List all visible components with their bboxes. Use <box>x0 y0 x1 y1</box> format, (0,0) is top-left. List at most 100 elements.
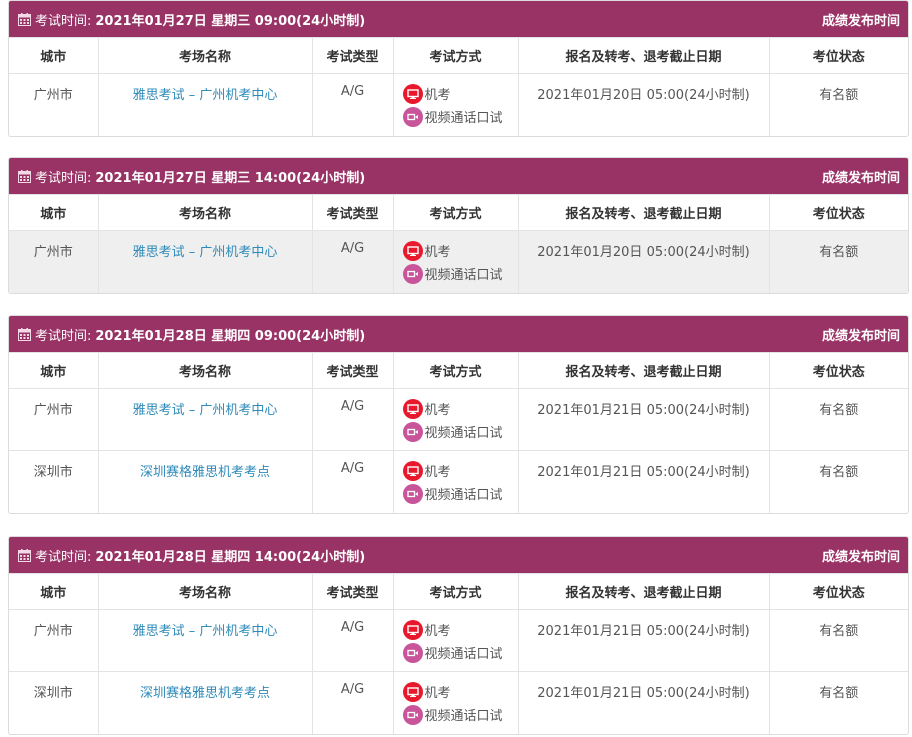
venue-cell: 深圳赛格雅思机考考点 <box>98 450 313 513</box>
city-cell: 广州市 <box>9 388 99 451</box>
monitor-icon <box>402 619 423 640</box>
column-header: 报名及转考、退考截止日期 <box>518 352 770 389</box>
column-header: 考位状态 <box>769 352 908 389</box>
result-release-time-link[interactable]: 成绩发布时间 <box>822 10 900 29</box>
deadline-cell: 2021年01月20日 05:00(24小时制) <box>518 73 770 136</box>
session-header: 考试时间: 2021年01月28日 星期四 14:00(24小时制) 成绩发布时间 <box>9 537 908 573</box>
deadline-cell: 2021年01月20日 05:00(24小时制) <box>518 230 770 293</box>
city-cell: 深圳市 <box>9 671 99 734</box>
column-header: 考场名称 <box>98 352 313 389</box>
computer-mode: 机考 <box>402 618 518 641</box>
deadline-cell: 2021年01月21日 05:00(24小时制) <box>518 450 770 513</box>
table-header-row: 城市 考场名称 考试类型 考试方式 报名及转考、退考截止日期 考位状态 <box>9 352 908 389</box>
table-header-row: 城市 考场名称 考试类型 考试方式 报名及转考、退考截止日期 考位状态 <box>9 194 908 231</box>
column-header: 城市 <box>9 194 99 231</box>
video-mode-label: 视频通话口试 <box>424 426 503 441</box>
venue-cell: 雅思考试 – 广州机考中心 <box>98 230 313 293</box>
exam-mode-cell: 机考 视频通话口试 <box>393 609 519 672</box>
status-cell: 有名额 <box>769 671 908 734</box>
exam-type-cell: A/G <box>312 73 394 136</box>
session-table: 城市 考场名称 考试类型 考试方式 报名及转考、退考截止日期 考位状态 广州市 雅思考试 – … <box>9 352 908 513</box>
computer-mode-label: 机考 <box>424 686 451 701</box>
computer-mode: 机考 <box>402 459 518 482</box>
exam-type-cell: A/G <box>312 230 394 293</box>
video-mode-label: 视频通话口试 <box>424 111 503 126</box>
column-header: 考位状态 <box>769 194 908 231</box>
session-time: 考试时间: 2021年01月27日 星期三 09:00(24小时制) <box>18 10 365 29</box>
column-header: 报名及转考、退考截止日期 <box>518 573 770 610</box>
status-cell: 有名额 <box>769 450 908 513</box>
column-header: 考试方式 <box>393 194 519 231</box>
video-mode: 视频通话口试 <box>402 482 518 505</box>
session-time-label: 考试时间: <box>35 13 92 29</box>
video-mode: 视频通话口试 <box>402 420 518 443</box>
monitor-icon <box>402 398 423 419</box>
session-header: 考试时间: 2021年01月28日 星期四 09:00(24小时制) 成绩发布时间 <box>9 316 908 352</box>
video-mode: 视频通话口试 <box>402 703 518 726</box>
venue-link[interactable]: 雅思考试 – 广州机考中心 <box>133 624 278 639</box>
venue-link[interactable]: 雅思考试 – 广州机考中心 <box>133 245 278 260</box>
video-mode: 视频通话口试 <box>402 105 518 128</box>
status-cell: 有名额 <box>769 73 908 136</box>
monitor-icon <box>402 240 423 261</box>
exam-type-cell: A/G <box>312 450 394 513</box>
column-header: 考试类型 <box>312 573 394 610</box>
column-header: 报名及转考、退考截止日期 <box>518 37 770 74</box>
column-header: 考试方式 <box>393 37 519 74</box>
table-header-row: 城市 考场名称 考试类型 考试方式 报名及转考、退考截止日期 考位状态 <box>9 37 908 74</box>
venue-link[interactable]: 雅思考试 – 广州机考中心 <box>133 88 278 103</box>
venue-link[interactable]: 深圳赛格雅思机考考点 <box>140 686 270 701</box>
column-header: 城市 <box>9 573 99 610</box>
venue-link[interactable]: 雅思考试 – 广州机考中心 <box>133 403 278 418</box>
column-header: 城市 <box>9 352 99 389</box>
exam-mode-cell: 机考 视频通话口试 <box>393 450 519 513</box>
column-header: 城市 <box>9 37 99 74</box>
video-camera-icon <box>402 106 423 127</box>
exam-session: 考试时间: 2021年01月27日 星期三 09:00(24小时制) 成绩发布时间城… <box>8 0 909 137</box>
session-table: 城市 考场名称 考试类型 考试方式 报名及转考、退考截止日期 考位状态 广州市 雅思考试 – … <box>9 194 908 293</box>
video-camera-icon <box>402 421 423 442</box>
exam-session: 考试时间: 2021年01月27日 星期三 14:00(24小时制) 成绩发布时间城… <box>8 157 909 294</box>
calendar-icon <box>18 12 31 26</box>
exam-mode-cell: 机考 视频通话口试 <box>393 73 519 136</box>
table-row: 广州市 雅思考试 – 广州机考中心 A/G 机考 视频通话口试 2021年01月21日 0… <box>9 609 908 672</box>
computer-mode: 机考 <box>402 680 518 703</box>
city-cell: 深圳市 <box>9 450 99 513</box>
result-release-time-link[interactable]: 成绩发布时间 <box>822 167 900 186</box>
exam-mode-cell: 机考视频通话口试 <box>393 671 519 734</box>
computer-mode-label: 机考 <box>424 624 451 639</box>
session-header: 考试时间: 2021年01月27日 星期三 09:00(24小时制) 成绩发布时间 <box>9 1 908 37</box>
column-header: 考位状态 <box>769 37 908 74</box>
exam-session: 考试时间: 2021年01月28日 星期四 09:00(24小时制) 成绩发布时间城… <box>8 315 909 514</box>
exam-type-cell: A/G <box>312 671 394 734</box>
exam-type-cell: A/G <box>312 609 394 672</box>
exam-mode-cell: 机考 视频通话口试 <box>393 388 519 451</box>
status-cell: 有名额 <box>769 388 908 451</box>
video-mode-label: 视频通话口试 <box>424 268 503 283</box>
column-header: 考试类型 <box>312 352 394 389</box>
video-camera-icon <box>402 263 423 284</box>
table-row: 广州市 雅思考试 – 广州机考中心 A/G 机考 视频通话口试 2021年01月20日 0… <box>9 230 908 293</box>
session-time-label: 考试时间: <box>35 328 92 344</box>
session-time-value: 2021年01月28日 星期四 09:00(24小时制) <box>95 328 366 344</box>
column-header: 考场名称 <box>98 573 313 610</box>
venue-cell: 深圳赛格雅思机考考点 <box>98 671 313 734</box>
status-cell: 有名额 <box>769 609 908 672</box>
session-time: 考试时间: 2021年01月27日 星期三 14:00(24小时制) <box>18 167 365 186</box>
session-table: 城市 考场名称 考试类型 考试方式 报名及转考、退考截止日期 考位状态 广州市 雅思考试 – … <box>9 37 908 136</box>
session-time-value: 2021年01月27日 星期三 14:00(24小时制) <box>95 170 366 186</box>
session-time-label: 考试时间: <box>35 170 92 186</box>
monitor-icon <box>402 83 423 104</box>
session-time-label: 考试时间: <box>35 549 92 565</box>
table-row: 广州市 雅思考试 – 广州机考中心 A/G 机考 视频通话口试 2021年01月20日 0… <box>9 73 908 136</box>
result-release-time-link[interactable]: 成绩发布时间 <box>822 325 900 344</box>
video-mode: 视频通话口试 <box>402 262 518 285</box>
computer-mode: 机考 <box>402 239 518 262</box>
session-time-value: 2021年01月27日 星期三 09:00(24小时制) <box>95 13 366 29</box>
video-camera-icon <box>402 642 423 663</box>
venue-link[interactable]: 深圳赛格雅思机考考点 <box>140 465 270 480</box>
venue-cell: 雅思考试 – 广州机考中心 <box>98 609 313 672</box>
result-release-time-link[interactable]: 成绩发布时间 <box>822 546 900 565</box>
exam-type-cell: A/G <box>312 388 394 451</box>
video-camera-icon <box>402 483 423 504</box>
